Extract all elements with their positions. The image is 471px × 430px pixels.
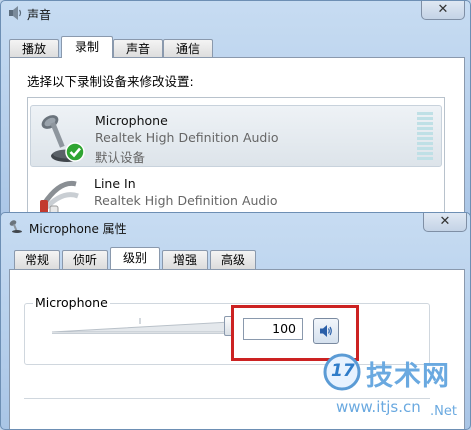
props-tabs: 常规 侦听 级别 增强 高级 [14, 247, 274, 269]
close-icon: ✕ [437, 2, 449, 17]
sound-titlebar: 声音 ✕ [1, 1, 470, 27]
props-titlebar: Microphone 属性 ✕ [1, 213, 470, 239]
sound-tabs: 播放 录制 声音 通信 [9, 36, 229, 58]
sound-window-title: 声音 [27, 8, 52, 22]
device-name: Line In [94, 176, 136, 191]
tab-recording[interactable]: 录制 [61, 36, 113, 58]
device-microphone[interactable]: Microphone Realtek High Definition Audio… [30, 105, 442, 167]
tab-listen[interactable]: 侦听 [62, 250, 108, 269]
volume-slider[interactable] [50, 318, 234, 338]
sound-close-button[interactable]: ✕ [421, 1, 465, 20]
tab-levels[interactable]: 级别 [110, 247, 160, 269]
watermark: 17 技术网 www.itjs.cn .Net [322, 352, 468, 424]
tab-playback[interactable]: 播放 [9, 39, 59, 58]
tab-communications[interactable]: 通信 [163, 39, 213, 58]
level-meter [417, 112, 433, 164]
tab-sounds[interactable]: 声音 [113, 39, 163, 58]
instruction-text: 选择以下录制设备来修改设置: [27, 74, 194, 89]
group-label: Microphone [33, 295, 110, 310]
tab-general[interactable]: 常规 [14, 250, 60, 269]
tab-enhancements[interactable]: 增强 [162, 250, 208, 269]
sound-app-icon [7, 5, 23, 24]
watermark-brand: 技术网 [366, 361, 450, 392]
device-status: 默认设备 [95, 150, 146, 165]
slider-track [51, 318, 231, 334]
device-driver: Realtek High Definition Audio [95, 130, 279, 145]
tab-advanced[interactable]: 高级 [210, 250, 256, 269]
device-list[interactable]: Microphone Realtek High Definition Audio… [27, 97, 445, 223]
watermark-suffix: .Net [430, 404, 457, 419]
props-close-button[interactable]: ✕ [423, 213, 467, 232]
device-name: Microphone [95, 113, 168, 128]
watermark-logo-number: 17 [331, 361, 355, 381]
props-window-title: Microphone 属性 [29, 222, 127, 236]
props-microphone-icon [9, 219, 23, 236]
watermark-url: www.itjs.cn [336, 398, 421, 416]
device-driver: Realtek High Definition Audio [94, 193, 278, 208]
microphone-icon [37, 108, 89, 169]
sound-window: 声音 ✕ 播放 录制 声音 通信 选择以下录制设备来修改设置: Micropho… [0, 0, 471, 232]
close-icon: ✕ [439, 214, 451, 229]
